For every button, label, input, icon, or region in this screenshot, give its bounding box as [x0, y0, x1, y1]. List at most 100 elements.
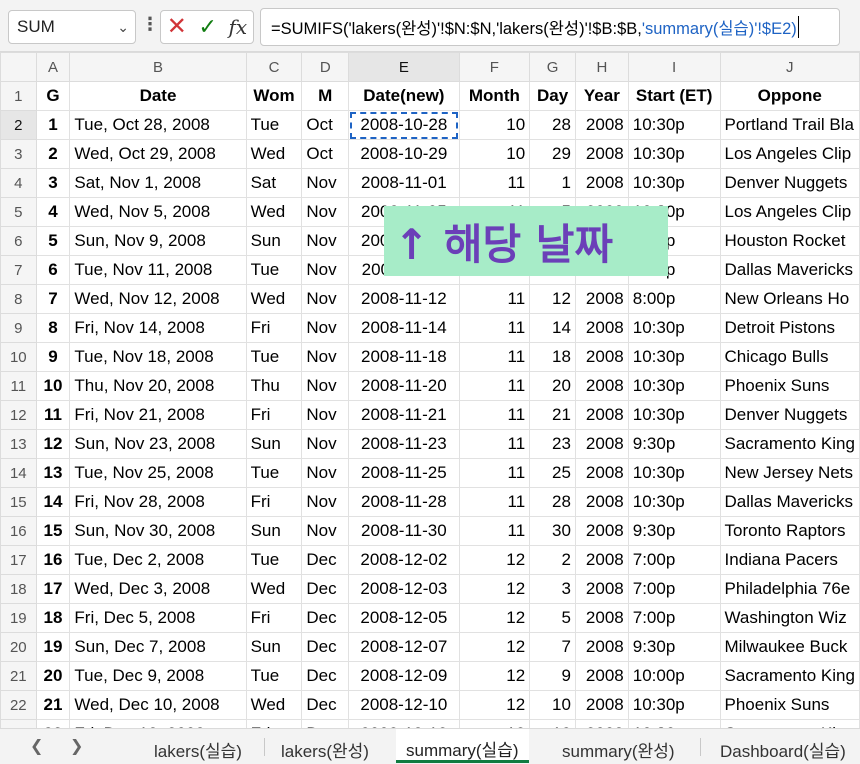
table-cell[interactable]: 2008 — [574, 632, 629, 662]
table-cell[interactable]: 19 — [35, 632, 71, 662]
table-cell[interactable]: Nov — [301, 226, 350, 256]
column-header-j[interactable]: J — [719, 52, 860, 82]
column-header-d[interactable]: D — [301, 52, 350, 82]
table-cell[interactable]: 2008-11-14 — [348, 313, 460, 343]
enter-check-icon[interactable]: ✓ — [198, 16, 216, 38]
table-cell[interactable]: Dec — [301, 603, 350, 633]
table-cell[interactable]: 15 — [35, 516, 71, 546]
table-cell[interactable]: 12 — [458, 661, 531, 691]
table-cell[interactable]: Oct — [301, 139, 350, 169]
row-header[interactable]: 16 — [0, 516, 37, 546]
table-cell[interactable]: Tue, Nov 25, 2008 — [69, 458, 247, 488]
table-cell[interactable]: Oct — [301, 110, 350, 140]
table-cell[interactable]: 2008 — [574, 458, 629, 488]
table-cell[interactable]: 2008 — [574, 661, 629, 691]
table-cell[interactable]: 22 — [35, 719, 71, 728]
table-cell[interactable]: Dallas Mavericks — [719, 255, 860, 285]
cancel-icon[interactable]: ✕ — [167, 15, 187, 39]
table-cell[interactable]: 9:30p — [627, 516, 721, 546]
table-cell[interactable]: 2008 — [574, 603, 629, 633]
table-cell[interactable]: 2008 — [574, 139, 629, 169]
row-header[interactable]: 21 — [0, 661, 37, 691]
table-cell[interactable]: 10:30p — [627, 313, 721, 343]
table-cell[interactable]: Toronto Raptors — [719, 516, 860, 546]
table-cell[interactable]: 2008-12-07 — [348, 632, 460, 662]
table-cell[interactable]: Fri — [245, 719, 303, 728]
table-cell[interactable]: Tue, Nov 18, 2008 — [69, 342, 247, 372]
table-cell[interactable]: Nov — [301, 197, 350, 227]
table-cell[interactable]: Fri, Nov 21, 2008 — [69, 400, 247, 430]
selected-cell[interactable]: 2008-10-28 — [348, 110, 460, 140]
table-cell[interactable]: Sun — [245, 226, 303, 256]
table-cell[interactable]: 8 — [35, 313, 71, 343]
table-cell[interactable]: 2008-11-25 — [348, 458, 460, 488]
table-cell[interactable]: Nov — [301, 342, 350, 372]
table-cell[interactable]: 11 — [458, 284, 531, 314]
table-cell[interactable]: 9 — [529, 661, 576, 691]
table-cell[interactable]: Wed — [245, 574, 303, 604]
table-cell[interactable]: 7:00p — [627, 574, 721, 604]
table-cell[interactable]: 9:30p — [627, 632, 721, 662]
header-cell[interactable]: M — [301, 81, 350, 111]
table-cell[interactable]: 4 — [35, 197, 71, 227]
table-cell[interactable]: Tue, Dec 2, 2008 — [69, 545, 247, 575]
table-cell[interactable]: 12 — [529, 284, 576, 314]
table-cell[interactable]: 17 — [35, 574, 71, 604]
table-cell[interactable]: Sun, Nov 30, 2008 — [69, 516, 247, 546]
table-cell[interactable]: 7:00p — [627, 545, 721, 575]
table-cell[interactable]: Tue — [245, 661, 303, 691]
formula-input[interactable]: =SUMIFS('lakers(완성)'!$N:$N,'lakers(완성)'!… — [260, 8, 840, 46]
table-cell[interactable]: 11 — [458, 458, 531, 488]
table-cell[interactable]: 2008 — [574, 313, 629, 343]
table-cell[interactable]: 2008-11-20 — [348, 371, 460, 401]
table-cell[interactable]: 2 — [35, 139, 71, 169]
table-cell[interactable]: 2008 — [574, 284, 629, 314]
table-cell[interactable]: 11 — [458, 400, 531, 430]
table-cell[interactable]: Nov — [301, 168, 350, 198]
header-cell[interactable]: Year — [574, 81, 629, 111]
table-cell[interactable]: 12 — [458, 690, 531, 720]
table-cell[interactable]: 11 — [458, 487, 531, 517]
table-cell[interactable]: Fri — [245, 313, 303, 343]
more-options-icon[interactable]: ⋮ — [141, 14, 159, 35]
table-cell[interactable]: 2008 — [574, 690, 629, 720]
row-header[interactable]: 1 — [0, 81, 37, 111]
table-cell[interactable]: 11 — [458, 168, 531, 198]
table-cell[interactable]: 12 — [458, 545, 531, 575]
table-cell[interactable]: Houston Rocket — [719, 226, 860, 256]
sheet-tab-dashboard-practice[interactable]: Dashboard(실습) — [720, 737, 846, 762]
table-cell[interactable]: 10:30p — [627, 719, 721, 728]
table-cell[interactable]: 7 — [35, 284, 71, 314]
table-cell[interactable]: 1 — [35, 110, 71, 140]
table-cell[interactable]: Wed — [245, 139, 303, 169]
table-cell[interactable]: 3 — [35, 168, 71, 198]
table-cell[interactable]: 12 — [35, 429, 71, 459]
table-cell[interactable]: 5 — [35, 226, 71, 256]
table-cell[interactable]: 2008-11-28 — [348, 487, 460, 517]
table-cell[interactable]: Dec — [301, 545, 350, 575]
table-cell[interactable]: 2008-12-10 — [348, 690, 460, 720]
row-header[interactable]: 4 — [0, 168, 37, 198]
table-cell[interactable]: 12 — [458, 603, 531, 633]
table-cell[interactable]: 2008 — [574, 168, 629, 198]
table-cell[interactable]: 2008-11-23 — [348, 429, 460, 459]
table-cell[interactable]: 13 — [35, 458, 71, 488]
table-cell[interactable]: 14 — [529, 313, 576, 343]
table-cell[interactable]: Sacramento King — [719, 661, 860, 691]
row-header[interactable]: 9 — [0, 313, 37, 343]
table-cell[interactable]: 3 — [529, 574, 576, 604]
table-cell[interactable]: Philadelphia 76e — [719, 574, 860, 604]
table-cell[interactable]: Sat, Nov 1, 2008 — [69, 168, 247, 198]
table-cell[interactable]: 2008-11-12 — [348, 284, 460, 314]
table-cell[interactable]: Tue — [245, 545, 303, 575]
row-header[interactable]: 19 — [0, 603, 37, 633]
table-cell[interactable]: 2008 — [574, 545, 629, 575]
header-cell[interactable]: Oppone — [719, 81, 860, 111]
table-cell[interactable]: 12 — [529, 719, 576, 728]
table-cell[interactable]: 2008 — [574, 574, 629, 604]
table-cell[interactable]: 10 — [458, 110, 531, 140]
table-cell[interactable]: 28 — [529, 487, 576, 517]
table-cell[interactable]: 10:30p — [627, 168, 721, 198]
table-cell[interactable]: Thu — [245, 371, 303, 401]
column-header-a[interactable]: A — [35, 52, 71, 82]
